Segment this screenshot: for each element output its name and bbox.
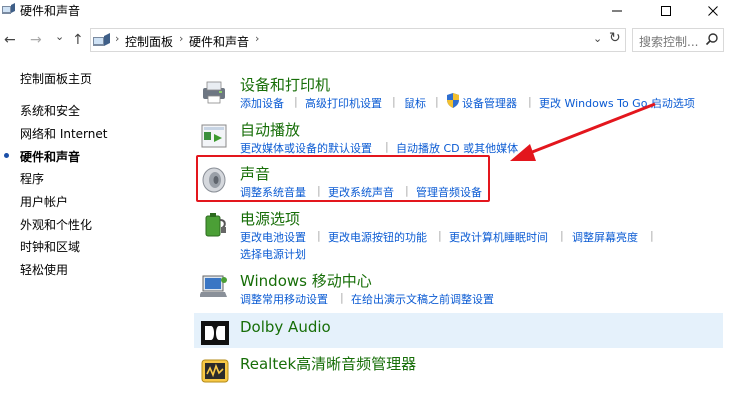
- link-divider: |: [438, 229, 442, 242]
- link-power-button[interactable]: 更改电源按钮的功能: [328, 229, 427, 245]
- sidebar-item-network[interactable]: 网络和 Internet: [20, 125, 107, 142]
- title-bar: 硬件和声音: [0, 0, 732, 22]
- realtek-audio-icon: [201, 359, 229, 383]
- printer-icon: [203, 81, 225, 104]
- link-divider: |: [317, 229, 321, 242]
- link-divider: |: [294, 95, 298, 108]
- sidebar-item-ease-of-access[interactable]: 轻松使用: [20, 261, 68, 278]
- sidebar-item-appearance[interactable]: 外观和个性化: [20, 216, 92, 233]
- minimize-icon: [612, 10, 622, 12]
- link-divider: |: [650, 229, 654, 242]
- category-autoplay-title[interactable]: 自动播放: [240, 119, 300, 140]
- shield-icon: [447, 93, 459, 108]
- forward-arrow-icon[interactable]: →: [30, 32, 42, 48]
- sidebar-item-user-accounts[interactable]: 用户帐户: [20, 193, 68, 210]
- category-realtek-title[interactable]: Realtek高清晰音频管理器: [240, 353, 416, 374]
- sidebar-item-system-security[interactable]: 系统和安全: [20, 102, 80, 119]
- link-divider: |: [392, 95, 396, 108]
- link-divider: |: [435, 95, 439, 108]
- link-battery-settings[interactable]: 更改电池设置: [240, 229, 306, 245]
- link-mouse[interactable]: 鼠标: [404, 95, 426, 111]
- search-input[interactable]: 搜索控制...: [639, 33, 698, 50]
- link-divider: |: [560, 229, 564, 242]
- sidebar-item-clock-region[interactable]: 时钟和区域: [20, 238, 80, 255]
- link-mobility-settings[interactable]: 调整常用移动设置: [240, 291, 328, 307]
- sidebar-item-programs[interactable]: 程序: [20, 170, 44, 187]
- up-arrow-icon[interactable]: ↑: [72, 32, 84, 48]
- link-power-plan[interactable]: 选择电源计划: [240, 246, 306, 262]
- link-divider: |: [385, 140, 389, 153]
- breadcrumb-hardware-sound[interactable]: 硬件和声音: [189, 33, 249, 50]
- breadcrumb-separator-icon[interactable]: ›: [255, 32, 259, 45]
- address-bar[interactable]: › 控制面板 › 硬件和声音 › ⌄ ↻: [90, 28, 626, 52]
- link-sleep-time[interactable]: 更改计算机睡眠时间: [449, 229, 548, 245]
- sidebar-item-hardware-sound[interactable]: 硬件和声音: [20, 148, 80, 165]
- window-title: 硬件和声音: [20, 4, 81, 18]
- search-box[interactable]: 搜索控制...: [632, 28, 724, 52]
- category-mobility-title[interactable]: Windows 移动中心: [240, 270, 372, 291]
- sidebar-item-home[interactable]: 控制面板主页: [20, 70, 92, 87]
- dolby-logo-icon: [201, 321, 229, 345]
- breadcrumb-separator-icon: ›: [115, 32, 120, 45]
- link-divider: |: [340, 291, 344, 304]
- control-panel-icon: [93, 33, 110, 46]
- control-panel-icon: [2, 3, 15, 14]
- annotation-arrow-icon: [510, 102, 656, 161]
- close-icon: [708, 6, 718, 16]
- link-add-device[interactable]: 添加设备: [240, 95, 284, 111]
- category-devices-printers-title[interactable]: 设备和打印机: [240, 74, 330, 95]
- refresh-icon[interactable]: ↻: [609, 30, 621, 46]
- back-arrow-icon[interactable]: ←: [4, 32, 16, 48]
- search-icon: [705, 33, 718, 46]
- navigation-bar: ← → ⌄ ↑ › 控制面板 › 硬件和声音 › ⌄ ↻ 搜索控制...: [0, 26, 732, 54]
- link-autoplay-defaults[interactable]: 更改媒体或设备的默认设置: [240, 140, 372, 156]
- autoplay-icon: [201, 124, 227, 148]
- category-dolby-title[interactable]: Dolby Audio: [240, 318, 331, 336]
- active-bullet-icon: [4, 153, 9, 158]
- link-advanced-printer[interactable]: 高级打印机设置: [305, 95, 382, 111]
- sound-highlight-box: [196, 155, 490, 202]
- link-presentation-settings[interactable]: 在给出演示文稿之前调整设置: [351, 291, 494, 307]
- maximize-button[interactable]: [643, 0, 689, 22]
- address-dropdown-icon[interactable]: ⌄: [593, 32, 602, 45]
- recent-locations-icon[interactable]: ⌄: [55, 29, 64, 45]
- category-power-title[interactable]: 电源选项: [240, 208, 300, 229]
- mobility-center-icon: [200, 275, 227, 297]
- breadcrumb-control-panel[interactable]: 控制面板: [125, 33, 173, 50]
- maximize-icon: [661, 6, 671, 16]
- breadcrumb-separator-icon[interactable]: ›: [179, 32, 183, 45]
- close-button[interactable]: [690, 0, 732, 22]
- link-screen-brightness[interactable]: 调整屏幕亮度: [572, 229, 638, 245]
- minimize-button[interactable]: [594, 0, 640, 22]
- power-options-icon: [205, 213, 226, 237]
